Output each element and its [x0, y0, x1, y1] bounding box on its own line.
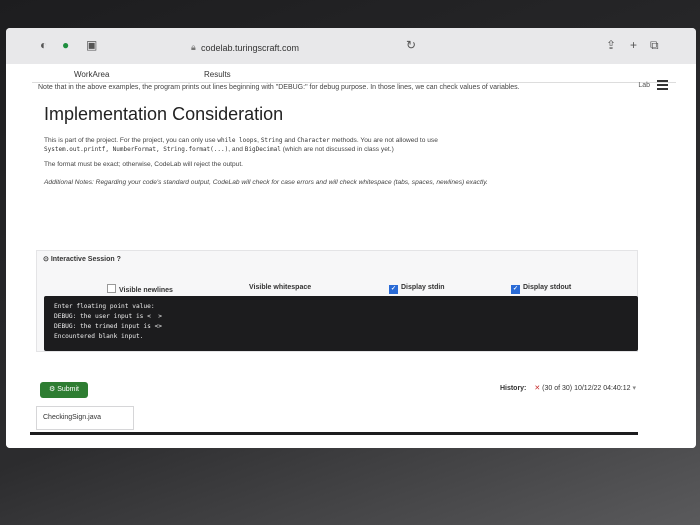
file-tab[interactable]: CheckingSign.java	[36, 406, 134, 430]
tab-results[interactable]: Results	[204, 70, 231, 79]
session-toggle[interactable]: ⊙ Interactive Session ?	[43, 255, 121, 263]
checkbox-icon	[107, 284, 116, 293]
session-output-terminal: Enter floating point value: DEBUG: the u…	[44, 296, 638, 351]
chevron-down-icon: ⊙	[43, 256, 49, 263]
gear-icon: ⚙	[48, 386, 56, 393]
submit-button[interactable]: ⚙ Submit	[40, 382, 88, 398]
chevron-down-icon: ▾	[632, 385, 636, 392]
history-value: (30 of 30) 10/12/22 04:40:12	[542, 385, 631, 392]
new-tab-icon[interactable]: +	[630, 38, 637, 52]
code-editor-edge	[30, 432, 638, 435]
extension-icon[interactable]: ●	[62, 38, 69, 52]
visible-newlines-checkbox[interactable]: Visible newlines	[107, 284, 173, 294]
constraints-paragraph: This is part of the project. For the pro…	[44, 137, 438, 153]
tabs-overview-icon[interactable]: ⧉	[650, 38, 659, 53]
fail-icon: ✕	[534, 385, 541, 392]
url-bar[interactable]: codelab.turingscraft.com	[201, 43, 299, 53]
sidebar-icon[interactable]: ◐	[40, 38, 47, 52]
share-icon[interactable]: ⇪	[606, 38, 616, 52]
checkbox-checked-icon: ✓	[389, 285, 398, 294]
page-title: Implementation Consideration	[44, 104, 284, 124]
reload-icon[interactable]: ↻	[406, 38, 416, 52]
browser-window: ◐ ● ▣ 🔒︎ codelab.turingscraft.com ↻ ⇪ + …	[6, 28, 696, 448]
tab-workarea[interactable]: WorkArea	[74, 70, 109, 79]
terminal-text: Enter floating point value: DEBUG: the u…	[54, 303, 163, 340]
visible-whitespace-checkbox[interactable]: Visible whitespace	[249, 284, 311, 291]
history-label: History:	[499, 385, 527, 392]
history-selector[interactable]: History: ✕ (30 of 30) 10/12/22 04:40:12 …	[500, 384, 636, 392]
menu-icon[interactable]	[657, 80, 668, 92]
lock-icon: 🔒︎	[191, 42, 196, 52]
additional-notes: Additional Notes: Regarding your code's …	[44, 179, 488, 186]
display-stdout-checkbox[interactable]: ✓ Display stdout	[511, 284, 571, 294]
page-content: WorkArea Results Lab Note that in the ab…	[6, 64, 696, 448]
display-stdin-checkbox[interactable]: ✓ Display stdin	[389, 284, 445, 294]
tab-bar: WorkArea Results	[32, 64, 676, 83]
browser-toolbar: ◐ ● ▣ 🔒︎ codelab.turingscraft.com ↻ ⇪ + …	[6, 28, 696, 65]
lab-link[interactable]: Lab	[638, 82, 650, 89]
debug-note: Note that in the above examples, the pro…	[38, 84, 520, 91]
checkbox-checked-icon: ✓	[511, 285, 520, 294]
shield-icon[interactable]: ▣	[86, 38, 97, 52]
format-paragraph: The format must be exact; otherwise, Cod…	[44, 161, 244, 168]
